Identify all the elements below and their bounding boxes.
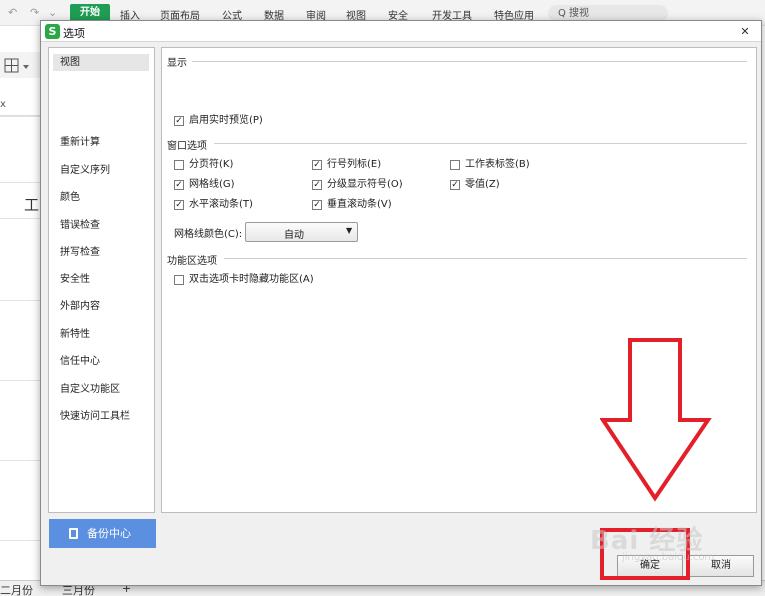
sidebar-item-external-content[interactable]: 外部内容 xyxy=(53,298,149,315)
watermark-url: jingyan.baidu.com xyxy=(622,552,715,563)
checkbox[interactable] xyxy=(174,160,184,170)
sidebar-item-custom-lists[interactable]: 自定义序列 xyxy=(53,162,149,179)
grid-line xyxy=(0,460,42,461)
gridline-color-label: 网格线颜色(C): xyxy=(174,229,243,240)
undo-icon[interactable]: ↶ xyxy=(8,6,17,19)
screen: ↶ ↷ ⌄ 开始 插入 页面布局 公式 数据 审阅 视图 安全 开发工具 特色应… xyxy=(0,0,765,596)
section-divider xyxy=(192,61,747,62)
section-title-window: 窗口选项 xyxy=(167,137,211,152)
option-label: 垂直滚动条(V) xyxy=(327,199,392,210)
section-divider xyxy=(214,143,747,144)
red-down-arrow-annotation xyxy=(600,338,712,502)
checkbox[interactable]: ✓ xyxy=(450,180,460,190)
option-label: 零值(Z) xyxy=(465,179,500,190)
sheet-tab-feb[interactable]: 二月份 xyxy=(0,582,33,596)
wps-logo-icon: S xyxy=(45,24,60,39)
dialog-title: 选项 xyxy=(63,27,85,40)
sidebar-item-new-features[interactable]: 新特性 xyxy=(53,326,149,343)
option-label: 工作表标签(B) xyxy=(465,159,530,170)
grid-line xyxy=(0,380,42,381)
checkbox[interactable]: ✓ xyxy=(174,116,184,126)
gridline-color-value: 自动 xyxy=(284,230,304,241)
sidebar-item-error-checking[interactable]: 错误检查 xyxy=(53,217,149,234)
sidebar-item-quick-access-toolbar[interactable]: 快速访问工具栏 xyxy=(53,408,149,425)
checkbox[interactable]: ✓ xyxy=(174,180,184,190)
option-label: 双击选项卡时隐藏功能区(A) xyxy=(189,274,314,285)
sidebar-item-security[interactable]: 安全性 xyxy=(53,271,149,288)
gridline-color-select[interactable]: 自动 ▼ xyxy=(245,222,358,242)
backup-icon xyxy=(69,528,78,539)
option-label: 分页符(K) xyxy=(189,159,234,170)
sidebar-item-spell-check[interactable]: 拼写检查 xyxy=(53,244,149,261)
checkbox[interactable]: ✓ xyxy=(312,200,322,210)
grid-line xyxy=(0,218,42,219)
table-border-icon[interactable] xyxy=(3,55,43,77)
checkbox[interactable]: ✓ xyxy=(312,180,322,190)
backup-center-button[interactable]: 备份中心 xyxy=(49,519,156,548)
sidebar-item-trust-center[interactable]: 信任中心 xyxy=(53,353,149,370)
dropdown-arrow-icon: ▼ xyxy=(346,226,353,235)
formula-cancel-icon[interactable]: x xyxy=(0,99,6,110)
redo-icon[interactable]: ↷ xyxy=(30,6,39,19)
checkbox[interactable]: ✓ xyxy=(174,200,184,210)
option-label: 启用实时预览(P) xyxy=(189,115,263,126)
options-sidebar: 视图 重新计算 自定义序列 颜色 错误检查 拼写检查 安全性 外部内容 新特性 … xyxy=(48,47,155,513)
grid-line xyxy=(0,300,42,301)
toolbar-strip xyxy=(0,52,42,78)
checkbox[interactable] xyxy=(450,160,460,170)
sidebar-item-color[interactable]: 颜色 xyxy=(53,189,149,206)
section-title-ribbon: 功能区选项 xyxy=(167,252,221,267)
checkbox[interactable]: ✓ xyxy=(312,160,322,170)
formula-bar[interactable] xyxy=(0,92,42,116)
dialog-titlebar[interactable]: S 选项 ✕ xyxy=(41,21,761,42)
option-label: 水平滚动条(T) xyxy=(189,199,253,210)
sidebar-item-customize-ribbon[interactable]: 自定义功能区 xyxy=(53,381,149,398)
section-title-display: 显示 xyxy=(167,54,191,69)
option-label: 分级显示符号(O) xyxy=(327,179,403,190)
quick-access-dropdown-icon[interactable]: ⌄ xyxy=(48,6,57,19)
sidebar-item-recalculate[interactable]: 重新计算 xyxy=(53,134,149,151)
option-label: 网格线(G) xyxy=(189,179,235,190)
sidebar-item-view[interactable]: 视图 xyxy=(53,54,149,71)
section-divider xyxy=(224,258,747,259)
cell-text[interactable]: 工 xyxy=(24,194,39,215)
checkbox[interactable] xyxy=(174,275,184,285)
close-button[interactable]: ✕ xyxy=(734,23,756,40)
grid-line xyxy=(0,182,42,183)
grid-line xyxy=(0,540,42,541)
grid-line xyxy=(0,116,42,117)
option-label: 行号列标(E) xyxy=(327,159,382,170)
backup-center-label: 备份中心 xyxy=(87,527,131,540)
